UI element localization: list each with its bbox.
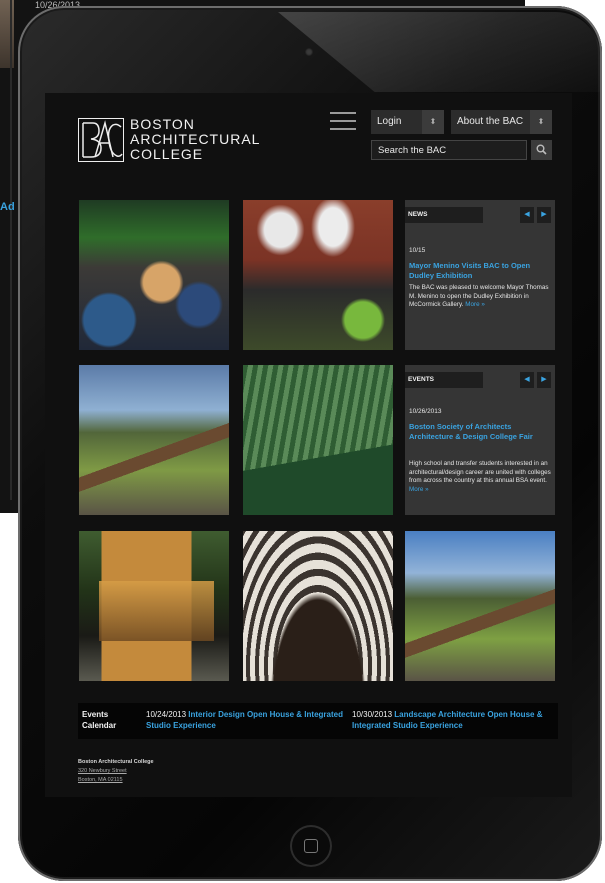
magnifier-icon bbox=[536, 144, 547, 155]
calendar-label-line-2: Calendar bbox=[82, 721, 117, 730]
events-calendar-bar: Events Calendar 10/24/2013 Interior Desi… bbox=[78, 703, 558, 739]
website-screen: BOSTON ARCHITECTURAL COLLEGE Login ⬍ Abo… bbox=[45, 93, 572, 797]
logo-line-1: BOSTON bbox=[130, 116, 195, 132]
photo-tile-glass-pavilion[interactable] bbox=[79, 531, 229, 681]
chevron-left-icon: ◀ bbox=[524, 376, 530, 383]
news-prev-button[interactable]: ◀ bbox=[520, 207, 534, 223]
calendar-label-line-1: Events bbox=[82, 710, 109, 719]
about-dropdown[interactable]: About the BAC ⬍ bbox=[451, 110, 552, 134]
news-more-link[interactable]: More » bbox=[465, 301, 485, 308]
footer-college-name: Boston Architectural College bbox=[78, 759, 154, 765]
photo-tile-exhibition-crowd[interactable] bbox=[79, 200, 229, 350]
chevron-right-icon: ▶ bbox=[541, 211, 547, 218]
background-device-edge bbox=[10, 0, 12, 500]
photo-tile-garden-rendering[interactable] bbox=[243, 365, 393, 515]
events-panel: EVENTS ◀ ▶ 10/26/2013 Boston Society of … bbox=[405, 365, 555, 515]
about-label: About the BAC bbox=[457, 116, 524, 127]
events-body-text: High school and transfer students intere… bbox=[409, 460, 551, 484]
events-more-link[interactable]: More » bbox=[409, 486, 429, 493]
login-dropdown[interactable]: Login ⬍ bbox=[371, 110, 444, 134]
photo-tile-lattice-arch[interactable] bbox=[243, 531, 393, 681]
footer-address-line-2[interactable]: Boston, MA 02115 bbox=[78, 776, 154, 785]
bac-logo-text: BOSTON ARCHITECTURAL COLLEGE bbox=[130, 117, 260, 162]
bac-logo[interactable]: BOSTON ARCHITECTURAL COLLEGE bbox=[78, 117, 260, 162]
up-down-arrows-icon: ⬍ bbox=[422, 110, 444, 134]
calendar-event-date: 10/24/2013 bbox=[146, 710, 187, 719]
logo-line-2: ARCHITECTURAL bbox=[130, 131, 261, 147]
news-title: NEWS bbox=[405, 207, 483, 223]
news-body: The BAC was pleased to welcome Mayor Tho… bbox=[409, 284, 551, 310]
photo-tile-green-roof[interactable] bbox=[79, 365, 229, 515]
hamburger-menu-icon[interactable] bbox=[330, 112, 356, 132]
up-down-arrows-icon: ⬍ bbox=[530, 110, 552, 134]
events-headline[interactable]: Boston Society of Architects Architectur… bbox=[409, 422, 551, 442]
calendar-event-1[interactable]: 10/24/2013 Interior Design Open House & … bbox=[146, 709, 346, 731]
photo-tile-roof-garden[interactable] bbox=[405, 531, 555, 681]
chevron-left-icon: ◀ bbox=[524, 211, 530, 218]
events-title: EVENTS bbox=[405, 372, 483, 388]
news-panel: NEWS ◀ ▶ 10/15 Mayor Menino Visits BAC t… bbox=[405, 200, 555, 350]
events-next-button[interactable]: ▶ bbox=[537, 372, 551, 388]
news-headline[interactable]: Mayor Menino Visits BAC to Open Dudley E… bbox=[409, 261, 551, 281]
events-body: High school and transfer students intere… bbox=[409, 460, 551, 494]
calendar-event-date: 10/30/2013 bbox=[352, 710, 393, 719]
logo-line-3: COLLEGE bbox=[130, 146, 204, 162]
events-prev-button[interactable]: ◀ bbox=[520, 372, 534, 388]
front-camera bbox=[305, 48, 313, 56]
background-link-fragment: Ad bbox=[0, 201, 15, 213]
search-button[interactable] bbox=[531, 140, 552, 160]
home-square-icon bbox=[304, 839, 318, 853]
home-button[interactable] bbox=[290, 825, 332, 867]
news-date: 10/15 bbox=[409, 247, 426, 254]
news-next-button[interactable]: ▶ bbox=[537, 207, 551, 223]
screen-glare bbox=[278, 12, 600, 92]
photo-tile-ribbon-cutting[interactable] bbox=[243, 200, 393, 350]
calendar-event-2[interactable]: 10/30/2013 Landscape Architecture Open H… bbox=[352, 709, 556, 731]
site-footer: Boston Architectural College 320 Newbury… bbox=[78, 758, 154, 785]
events-date: 10/26/2013 bbox=[409, 408, 442, 415]
search-input[interactable]: Search the BAC bbox=[371, 140, 527, 160]
login-label: Login bbox=[377, 116, 402, 127]
footer-address-line-1[interactable]: 320 Newbury Street bbox=[78, 767, 154, 776]
bac-logo-mark bbox=[78, 117, 124, 162]
chevron-right-icon: ▶ bbox=[541, 376, 547, 383]
events-calendar-label: Events Calendar bbox=[82, 709, 122, 731]
